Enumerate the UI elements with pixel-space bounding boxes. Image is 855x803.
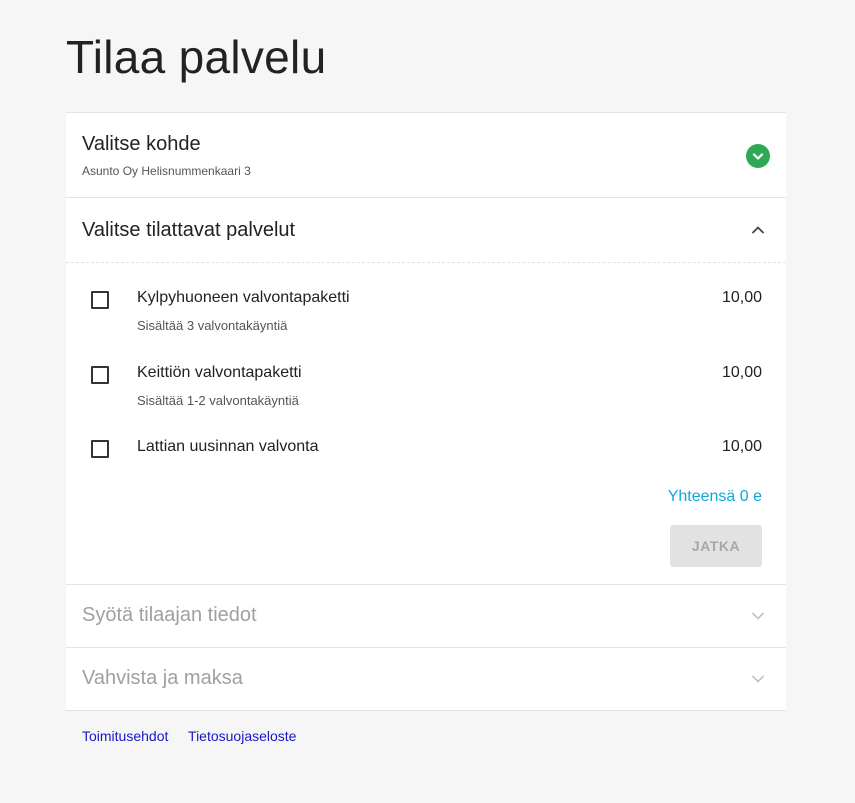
service-description: Sisältää 3 valvontakäyntiä (137, 318, 288, 333)
step-title: Syötä tilaajan tiedot (82, 604, 257, 626)
selected-property: Asunto Oy Helisnummenkaari 3 (82, 164, 251, 178)
step-customer-info[interactable]: Syötä tilaajan tiedot (66, 584, 786, 647)
section-divider (66, 262, 786, 263)
service-name: Keittiön valvontapaketti (137, 364, 302, 381)
step-select-property[interactable]: Valitse kohde Asunto Oy Helisnummenkaari… (66, 112, 786, 197)
step-title: Valitse kohde (82, 133, 201, 155)
check-circle-icon (746, 144, 770, 168)
order-total: Yhteensä 0 e (667, 488, 762, 505)
chevron-down-icon[interactable] (750, 608, 766, 624)
service-price: 10,00 (721, 438, 762, 455)
service-name: Kylpyhuoneen valvontapaketti (137, 289, 350, 306)
step-select-services: Valitse tilattavat palvelut Kylpyhuoneen… (66, 197, 786, 584)
service-checkbox[interactable] (91, 440, 109, 458)
page-title: Tilaa palvelu (66, 31, 327, 83)
service-checkbox[interactable] (91, 291, 109, 309)
service-description: Sisältää 1-2 valvontakäyntiä (137, 393, 299, 408)
service-price: 10,00 (721, 364, 762, 381)
step-title: Vahvista ja maksa (82, 667, 243, 689)
service-checkbox[interactable] (91, 366, 109, 384)
service-name: Lattian uusinnan valvonta (137, 438, 319, 455)
chevron-down-icon[interactable] (750, 671, 766, 687)
privacy-policy-link[interactable]: Tietosuojaseloste (188, 728, 296, 744)
step-title: Valitse tilattavat palvelut (82, 219, 296, 241)
footer-links: Toimitusehdot Tietosuojaseloste (82, 728, 312, 744)
continue-button[interactable]: JATKA (670, 525, 762, 567)
order-page: Tilaa palvelu Valitse kohde Asunto Oy He… (0, 0, 855, 803)
chevron-up-icon[interactable] (750, 222, 766, 238)
step-confirm-pay[interactable]: Vahvista ja maksa (66, 647, 786, 711)
terms-link[interactable]: Toimitusehdot (82, 728, 168, 744)
service-price: 10,00 (721, 289, 762, 306)
